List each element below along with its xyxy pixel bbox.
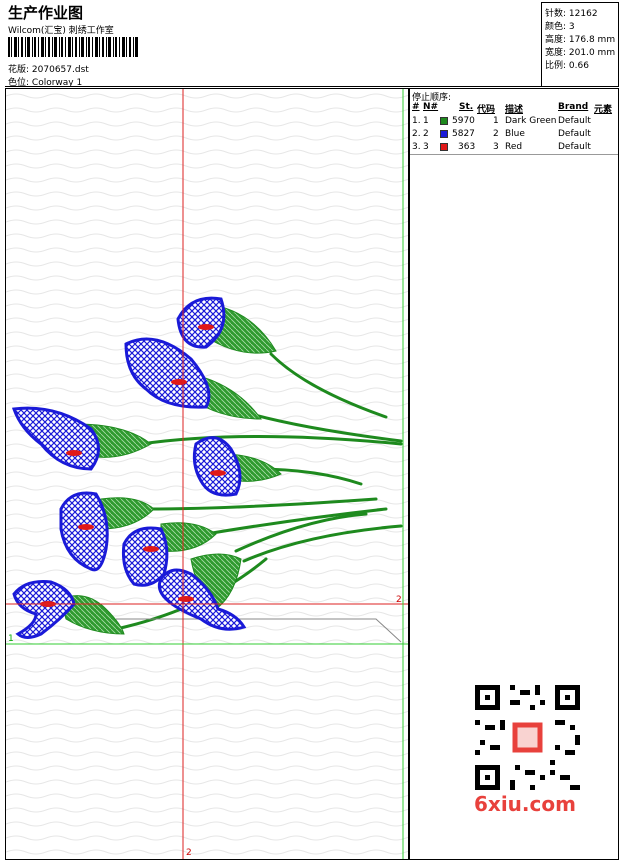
row-2-desc: Blue <box>505 129 525 139</box>
row-2-code: 2 <box>493 129 499 139</box>
col-code: 代码 <box>477 105 496 115</box>
row-1-desc: Dark Green <box>505 116 557 126</box>
stat-stitches: 针数: 12162 <box>545 9 598 19</box>
watermark-text: 6xiu.com <box>474 792 576 816</box>
row-3-index: 3. <box>412 142 421 152</box>
col-element: 元素 <box>594 105 613 115</box>
row-1-stitches: 5970 <box>452 116 475 126</box>
stats-right-border <box>618 2 619 86</box>
row-3-stitches: 363 <box>458 142 476 152</box>
row-3-needle: 3 <box>423 142 429 152</box>
row-1-brand: Default <box>558 116 591 126</box>
col-hash: # <box>412 102 420 112</box>
row-2-brand: Default <box>558 129 591 139</box>
page-title: 生产作业图 <box>8 4 84 22</box>
stat-scale: 比例: 0.66 <box>545 61 589 71</box>
qr-code <box>470 680 585 795</box>
row-1-index: 1. <box>412 116 421 126</box>
color-swatch <box>440 130 448 138</box>
guide-label-h-red: 2 <box>396 595 402 605</box>
design-label: 花版: <box>8 65 30 75</box>
row-3-code: 3 <box>493 142 499 152</box>
embroidery-canvas <box>6 89 408 859</box>
color-swatch <box>440 143 448 151</box>
design-value: 2070657.dst <box>31 65 89 75</box>
subtitle: Wilcom(汇宝) 刺绣工作室 <box>8 26 114 36</box>
design-filename: 花版: 2070657.dst <box>8 62 89 75</box>
table-divider <box>410 154 618 155</box>
stat-width: 宽度: 201.0 mm <box>545 48 616 58</box>
col-description: 描述 <box>505 105 524 115</box>
row-1-needle: 1 <box>423 116 429 126</box>
stats-top-border <box>541 2 619 3</box>
stat-colors: 颜色: 3 <box>545 22 575 32</box>
barcode <box>8 37 138 57</box>
guide-label-v-red: 2 <box>186 848 192 858</box>
row-2-index: 2. <box>412 129 421 139</box>
guide-label-h-green: 1 <box>8 634 14 644</box>
stats-divider <box>541 2 542 86</box>
design-preview-panel <box>5 88 409 860</box>
header-divider <box>5 86 619 87</box>
stat-height: 高度: 176.8 mm <box>545 35 616 45</box>
row-2-needle: 2 <box>423 129 429 139</box>
row-1-code: 1 <box>493 116 499 126</box>
row-3-desc: Red <box>505 142 523 152</box>
col-needle: N# <box>423 102 439 112</box>
row-2-stitches: 5827 <box>452 129 475 139</box>
col-brand: Brand <box>558 102 589 112</box>
row-3-brand: Default <box>558 142 591 152</box>
color-swatch <box>440 117 448 125</box>
col-stitches: St. <box>459 102 474 112</box>
